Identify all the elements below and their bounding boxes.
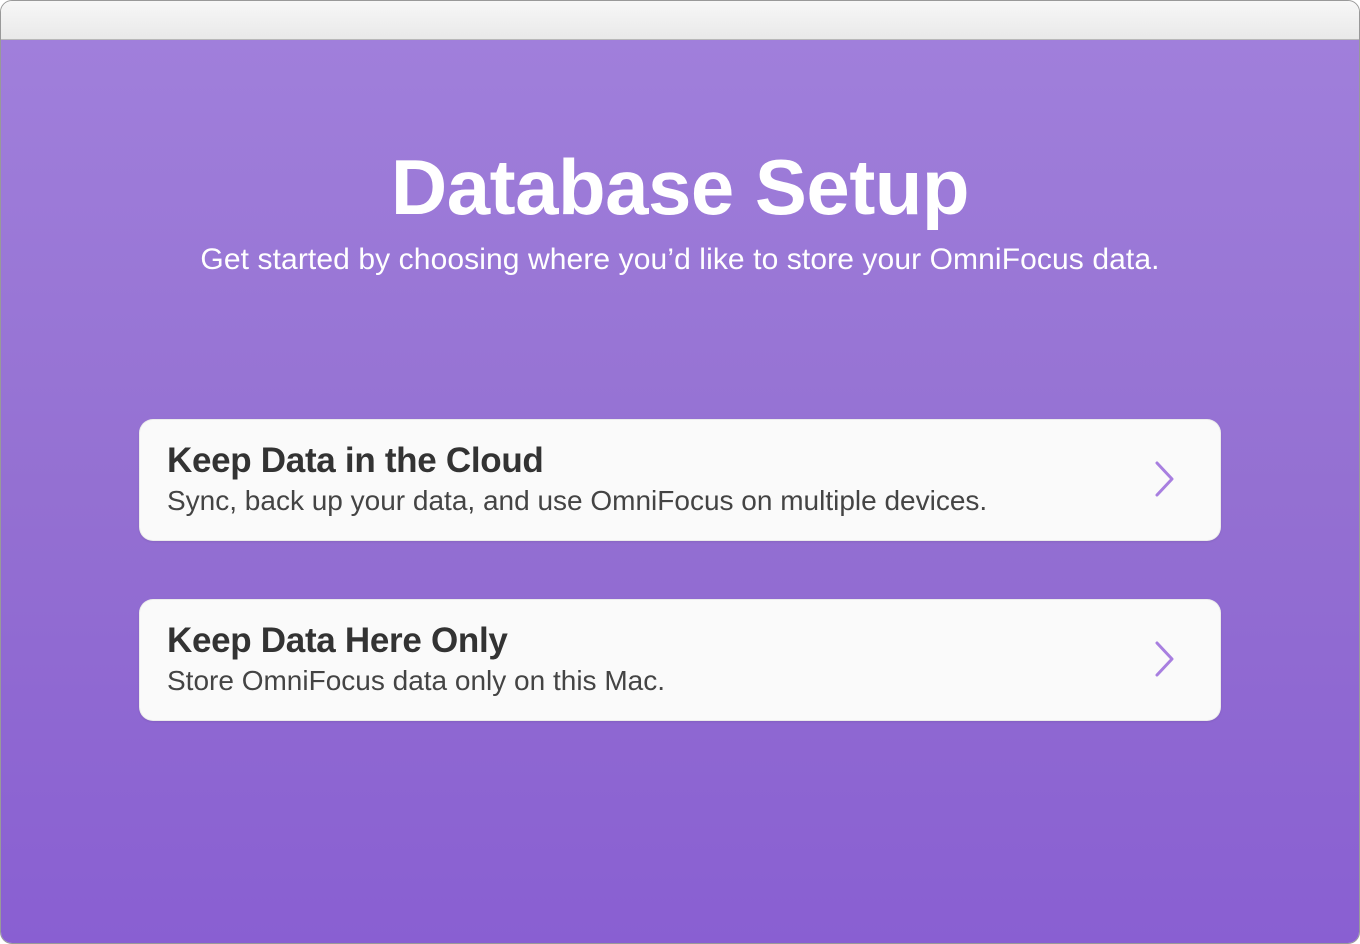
- options-list: Keep Data in the Cloud Sync, back up you…: [139, 419, 1221, 721]
- option-title: Keep Data in the Cloud: [167, 441, 987, 481]
- content-area: Database Setup Get started by choosing w…: [1, 40, 1359, 943]
- page-title: Database Setup: [391, 142, 969, 233]
- chevron-right-icon: [1145, 639, 1185, 679]
- option-keep-data-here[interactable]: Keep Data Here Only Store OmniFocus data…: [139, 599, 1221, 721]
- option-text-group: Keep Data Here Only Store OmniFocus data…: [167, 621, 665, 697]
- page-subtitle: Get started by choosing where you’d like…: [200, 243, 1159, 277]
- window-titlebar: [1, 1, 1359, 40]
- option-keep-data-cloud[interactable]: Keep Data in the Cloud Sync, back up you…: [139, 419, 1221, 541]
- chevron-right-icon: [1145, 459, 1185, 499]
- setup-window: Database Setup Get started by choosing w…: [0, 0, 1360, 944]
- option-title: Keep Data Here Only: [167, 621, 665, 661]
- option-text-group: Keep Data in the Cloud Sync, back up you…: [167, 441, 987, 517]
- option-description: Sync, back up your data, and use OmniFoc…: [167, 485, 987, 517]
- option-description: Store OmniFocus data only on this Mac.: [167, 665, 665, 697]
